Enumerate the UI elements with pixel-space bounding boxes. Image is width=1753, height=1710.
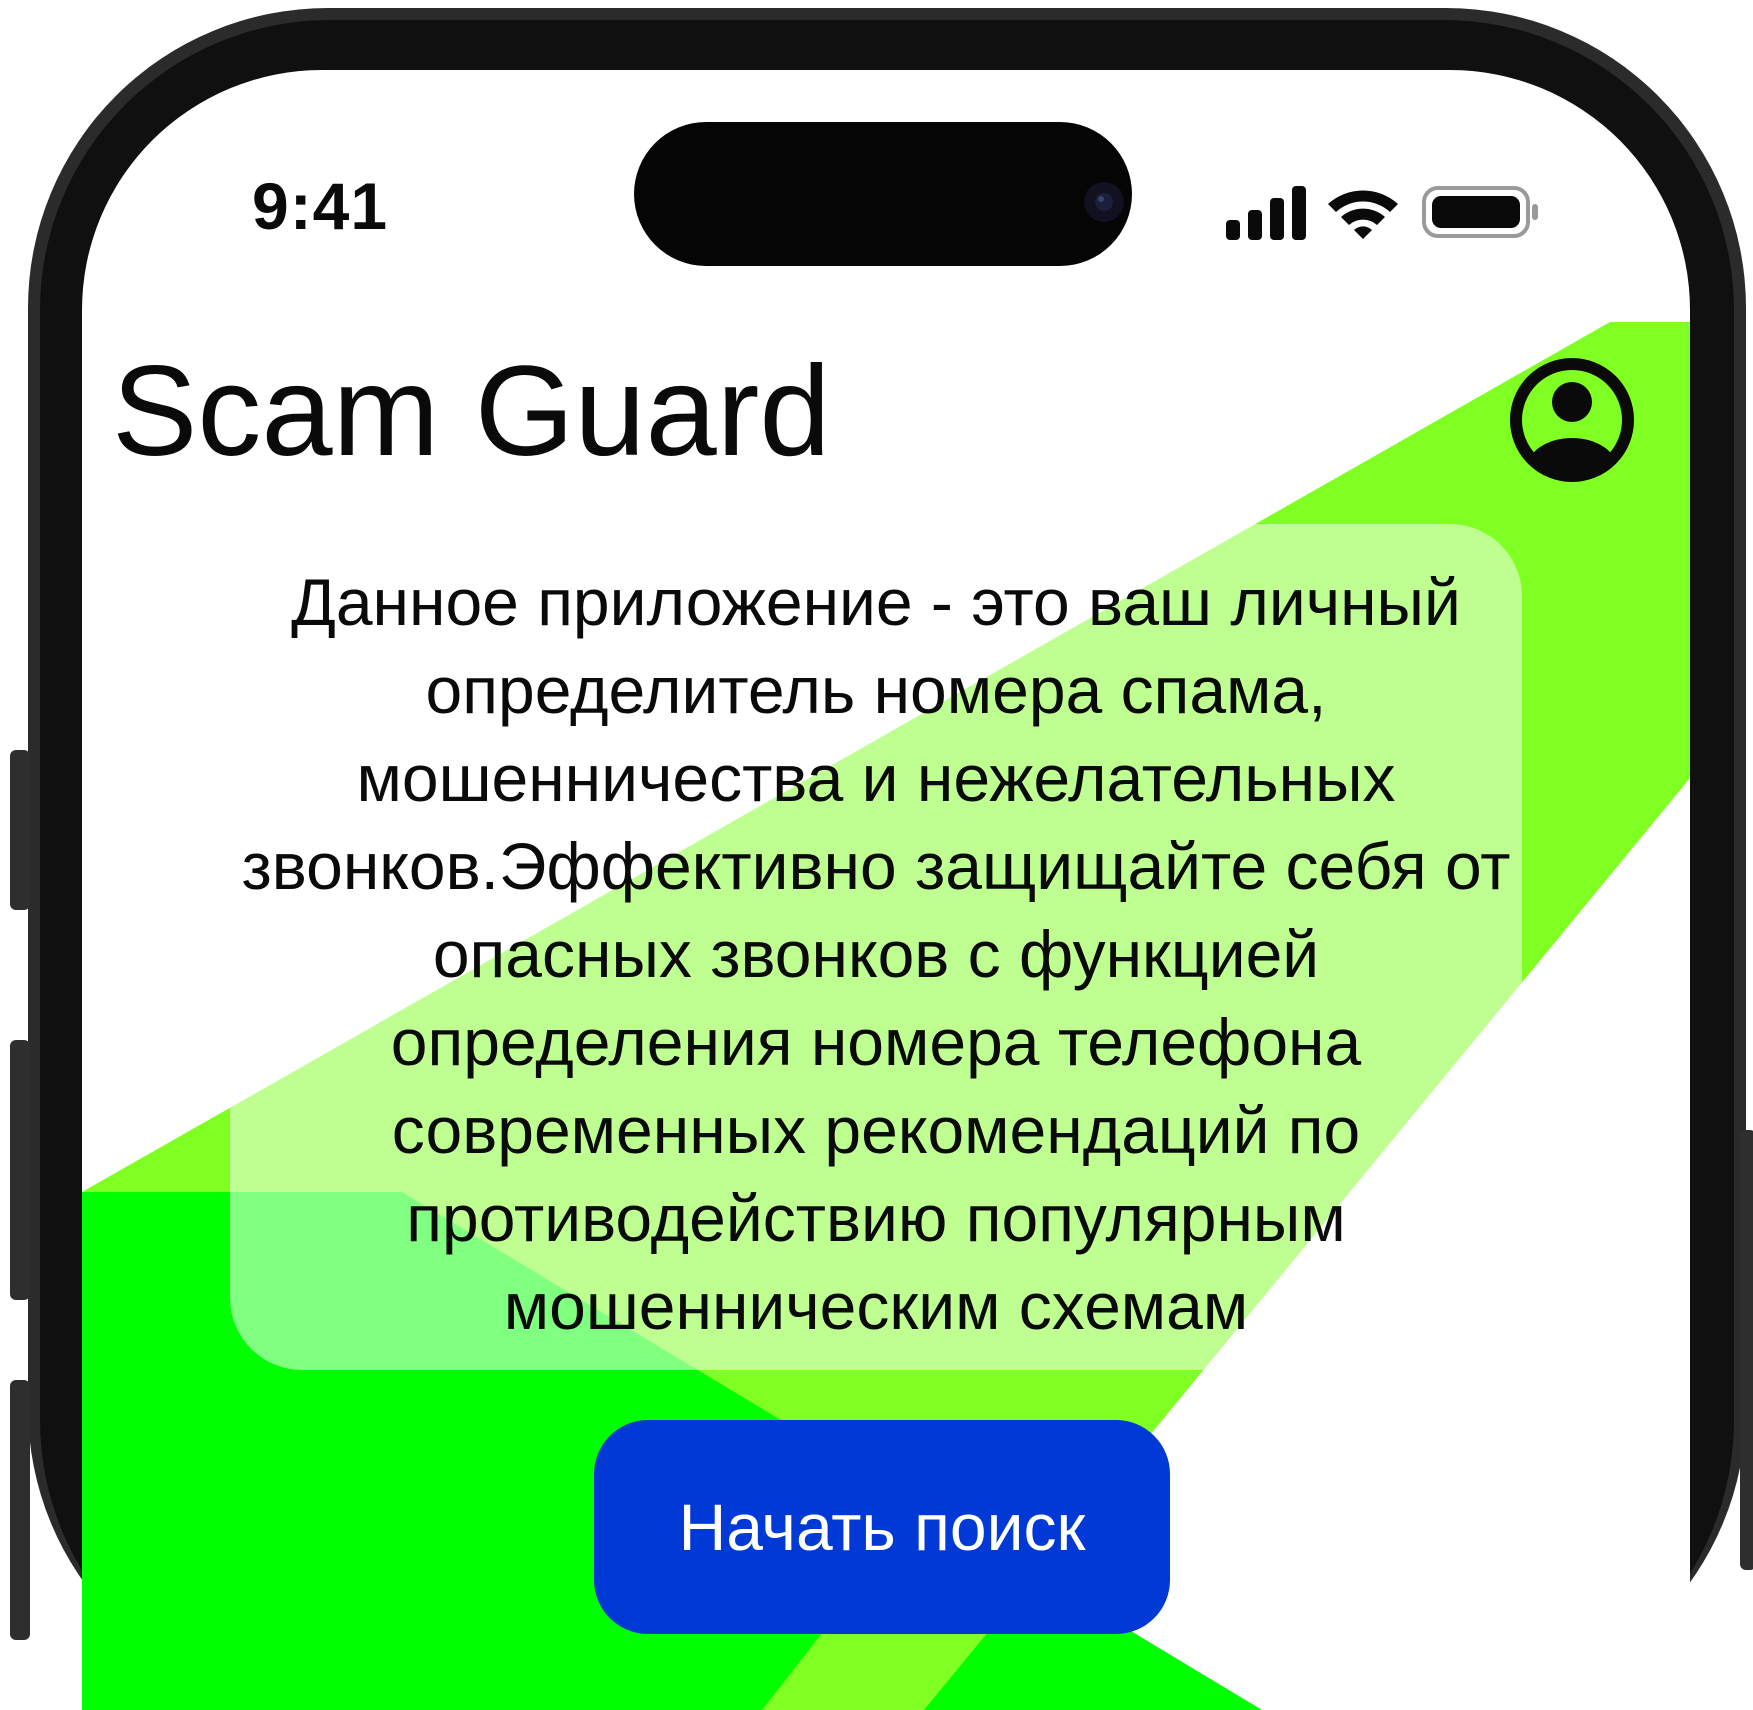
app-screen: 9:41 Scam Guard Данное приложение - это … (82, 70, 1690, 1710)
cellular-signal-icon (1226, 186, 1306, 240)
volume-down-button (10, 1040, 30, 1300)
volume-up-button (10, 750, 30, 910)
app-description: Данное приложение - это ваш личный опред… (241, 565, 1511, 1343)
power-button (1740, 1130, 1753, 1570)
wifi-icon (1328, 190, 1398, 239)
status-icons (1226, 186, 1538, 240)
silent-switch (10, 1380, 30, 1640)
status-time: 9:41 (252, 169, 389, 243)
start-search-button[interactable]: Начать поиск (594, 1420, 1170, 1634)
battery-icon (1422, 186, 1538, 238)
user-circle-icon[interactable] (1510, 358, 1634, 482)
dynamic-island (634, 122, 1132, 266)
front-camera-icon (1084, 182, 1124, 222)
app-title: Scam Guard (112, 340, 831, 483)
